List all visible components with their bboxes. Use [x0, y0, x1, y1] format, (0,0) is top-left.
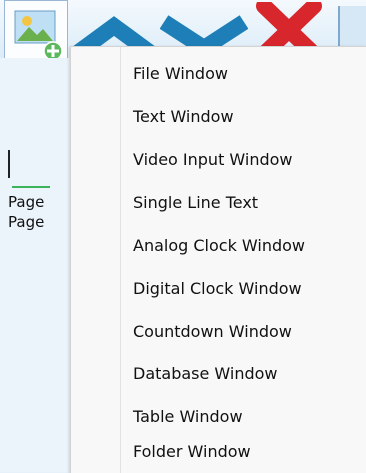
add-window-context-menu: File Window Text Window Video Input Wind…: [70, 46, 366, 473]
add-image-button[interactable]: [4, 0, 68, 61]
more-toolbar-button[interactable]: [338, 6, 366, 46]
page-list-panel: Page Page: [0, 58, 70, 472]
text-caret: [8, 150, 10, 178]
menu-item-label: Video Input Window: [133, 150, 293, 169]
menu-item-label: Text Window: [133, 107, 234, 126]
menu-item-analog-clock-window[interactable]: Analog Clock Window: [72, 225, 366, 267]
selection-underline: [12, 186, 50, 188]
menu-item-single-line-text[interactable]: Single Line Text: [72, 182, 366, 224]
page-list-item[interactable]: Page: [8, 192, 44, 212]
menu-item-label: Analog Clock Window: [133, 236, 306, 255]
menu-item-countdown-window[interactable]: Countdown Window: [72, 311, 366, 353]
menu-item-label: Database Window: [133, 364, 278, 383]
menu-item-label: Digital Clock Window: [133, 279, 302, 298]
menu-item-label: Folder Window: [133, 442, 251, 461]
menu-item-label: File Window: [133, 64, 228, 83]
menu-item-label: Countdown Window: [133, 322, 292, 341]
add-image-icon: [14, 10, 63, 61]
menu-item-file-window[interactable]: File Window: [72, 53, 366, 95]
menu-item-video-input-window[interactable]: Video Input Window: [72, 139, 366, 181]
menu-item-folder-window[interactable]: Folder Window: [72, 431, 366, 473]
menu-item-digital-clock-window[interactable]: Digital Clock Window: [72, 268, 366, 310]
menu-item-label: Single Line Text: [133, 193, 259, 212]
menu-item-database-window[interactable]: Database Window: [72, 353, 366, 395]
menu-item-text-window[interactable]: Text Window: [72, 96, 366, 138]
page-list-item[interactable]: Page: [8, 212, 44, 232]
